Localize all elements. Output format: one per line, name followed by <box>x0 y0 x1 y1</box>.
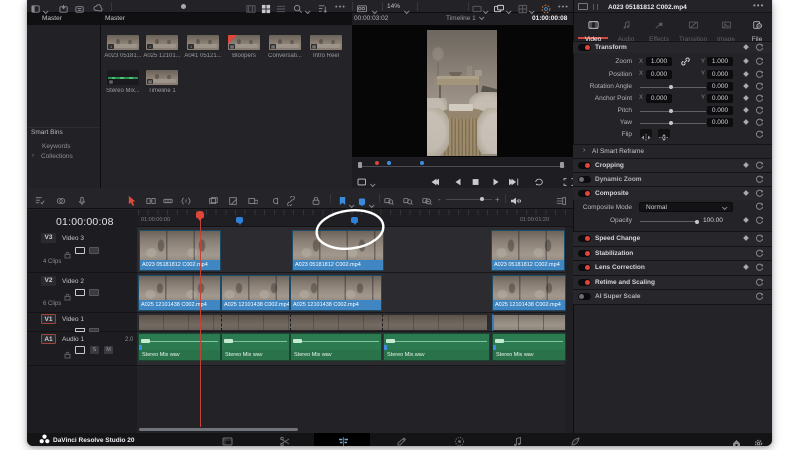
svg-text:20: 20 <box>757 24 761 28</box>
